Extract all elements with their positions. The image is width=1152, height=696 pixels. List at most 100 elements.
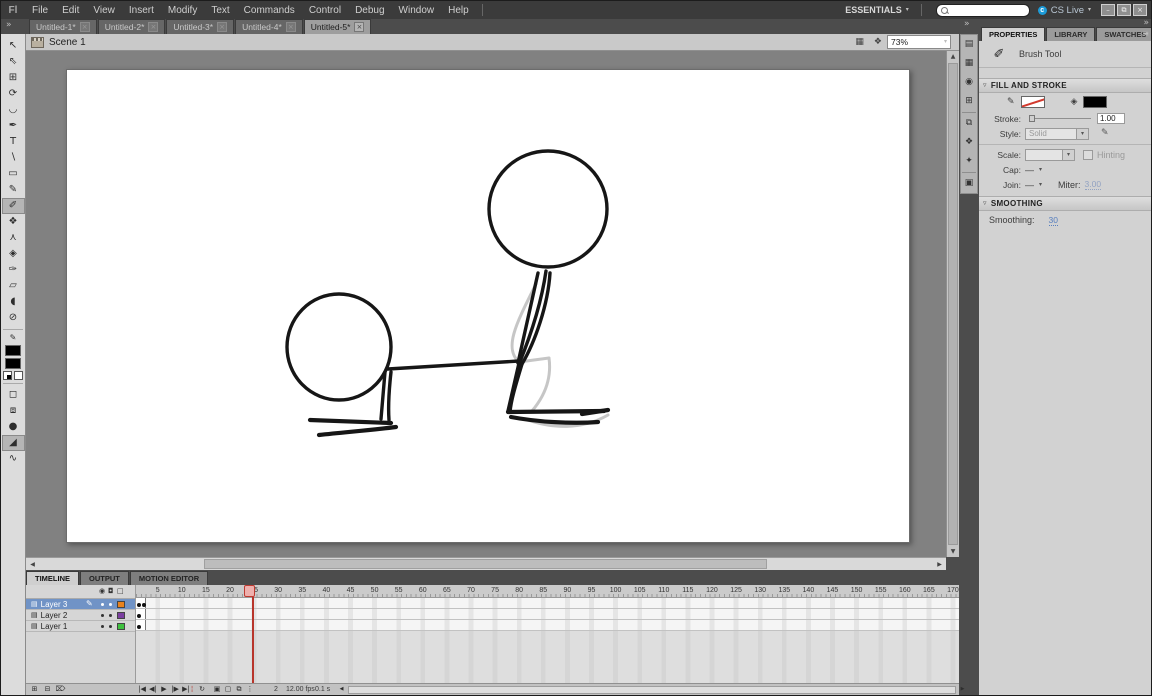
vertical-scrollbar[interactable]: ▲ ▼ (946, 51, 959, 557)
eraser-tool[interactable]: ▱ (2, 278, 25, 294)
delete-layer-button[interactable]: ⌦ (55, 685, 66, 694)
layer-lock-dot[interactable] (109, 603, 112, 606)
onion-skin-button[interactable]: ▢ (223, 685, 233, 694)
frame-span[interactable] (136, 620, 146, 630)
stroke-style-select[interactable]: Solid ▾ (1025, 128, 1089, 140)
tab-motion-editor[interactable]: MOTION EDITOR (130, 571, 208, 585)
selection-tool[interactable]: ↖ (2, 38, 25, 54)
brush-tool[interactable]: ✐ (2, 198, 25, 214)
marker-icon[interactable]: ¦ (189, 685, 195, 694)
menu-commands[interactable]: Commands (237, 1, 302, 19)
horizontal-scrollbar[interactable]: ◀ ▶ (26, 557, 946, 570)
join-value[interactable]: — (1025, 180, 1034, 190)
workspace-switcher-button[interactable]: ESSENTIALS ▾ (839, 5, 915, 15)
dock-code-snippets-panel-icon[interactable]: ⧉ (961, 114, 977, 133)
eyedropper-tool[interactable]: ✑ (2, 262, 25, 278)
text-tool[interactable]: T (2, 134, 25, 150)
close-button[interactable]: × (1133, 4, 1147, 16)
menu-control[interactable]: Control (302, 1, 348, 19)
scroll-left-icon[interactable]: ◀ (27, 559, 38, 570)
stroke-color-chip[interactable] (1021, 96, 1045, 108)
hinting-checkbox[interactable] (1083, 150, 1093, 160)
brush-size-option[interactable]: ● (2, 419, 25, 435)
lock-fill-option[interactable]: ⧈ (2, 403, 25, 419)
frame-span[interactable] (136, 609, 146, 619)
menu-modify[interactable]: Modify (161, 1, 204, 19)
smoothing-value[interactable]: 30 (1049, 215, 1058, 226)
timeline-ruler[interactable]: 5101520253035404550556065707580859095100… (136, 585, 959, 598)
lasso-tool[interactable]: ◡ (2, 102, 25, 118)
document-tab[interactable]: Untitled-5*× (304, 19, 372, 34)
timeline-empty-area[interactable] (136, 631, 959, 683)
play-button[interactable]: ▶ (159, 685, 169, 694)
keyframe-dot[interactable] (137, 614, 141, 618)
smoothing-option[interactable]: ∿ (2, 451, 25, 467)
stage[interactable] (66, 69, 910, 543)
layer-frames-row[interactable] (136, 620, 959, 631)
layer-lock-dot[interactable] (109, 614, 112, 617)
step-back-button[interactable]: ◀| (148, 685, 158, 694)
goto-first-frame-button[interactable]: |◀ (137, 685, 147, 694)
frames-scroll-left-icon[interactable]: ◀ (337, 685, 346, 694)
layer-visibility-dot[interactable] (101, 625, 104, 628)
menu-view[interactable]: View (86, 1, 122, 19)
stroke-color-swatch[interactable] (5, 345, 21, 356)
close-tab-icon[interactable]: × (148, 22, 158, 32)
cs-live-button[interactable]: c CS Live ▾ (1038, 5, 1091, 16)
zoom-level-select[interactable]: 73% ▾ (887, 35, 951, 49)
menu-text[interactable]: Text (204, 1, 236, 19)
edit-scene-button[interactable]: ▦ (855, 38, 864, 47)
keyframe-dot[interactable] (137, 603, 141, 607)
pen-tool[interactable]: ✒ (2, 118, 25, 134)
layer-outline-color-swatch[interactable] (117, 601, 125, 608)
free-transform-tool[interactable]: ⊞ (2, 70, 25, 86)
document-tab[interactable]: Untitled-1*× (29, 19, 97, 34)
tab-library[interactable]: LIBRARY (1046, 27, 1095, 41)
fill-and-stroke-section-header[interactable]: ▿ FILL AND STROKE (979, 78, 1152, 93)
layer-row[interactable]: ▤Layer 3✎ (26, 599, 135, 610)
menu-window[interactable]: Window (392, 1, 442, 19)
tab-timeline[interactable]: TIMELINE (26, 571, 79, 585)
paint-bucket-tool[interactable]: ◈ (2, 246, 25, 262)
menu-debug[interactable]: Debug (348, 1, 391, 19)
pencil-tool[interactable]: ✎ (2, 182, 25, 198)
3d-rotation-tool[interactable]: ⟳ (2, 86, 25, 102)
bone-tool[interactable]: ⋏ (2, 230, 25, 246)
slider-thumb[interactable] (1029, 115, 1035, 122)
vertical-scrollbar-thumb[interactable] (948, 63, 958, 545)
layer-visibility-dot[interactable] (101, 603, 104, 606)
scroll-right-icon[interactable]: ▶ (934, 559, 945, 570)
hand-tool[interactable]: ◖ (2, 294, 25, 310)
menu-edit[interactable]: Edit (55, 1, 86, 19)
document-tab[interactable]: Untitled-3*× (166, 19, 234, 34)
stroke-weight-value[interactable]: 1.00 (1097, 113, 1125, 124)
smoothing-section-header[interactable]: ▿ SMOOTHING (979, 196, 1152, 211)
minimize-button[interactable]: – (1101, 4, 1115, 16)
layer-name[interactable]: Layer 2 (41, 611, 68, 620)
new-layer-button[interactable]: ⊞ (29, 685, 40, 694)
scale-select[interactable]: ▾ (1025, 149, 1075, 161)
outline-all-layers-icon[interactable]: □ (117, 588, 124, 595)
tab-output[interactable]: OUTPUT (80, 571, 129, 585)
show-hide-all-layers-icon[interactable]: ◉ (99, 588, 105, 595)
frames-scrollbar-thumb[interactable] (348, 686, 956, 694)
loop-button[interactable]: ↻ (197, 685, 207, 694)
new-folder-button[interactable]: ⊟ (42, 685, 53, 694)
layer-row[interactable]: ▤Layer 1 (26, 621, 135, 632)
expand-dock-icon[interactable]: » (964, 20, 970, 29)
dock-components-panel-icon[interactable]: ❖ (961, 133, 977, 152)
dock-motion-presets-panel-icon[interactable]: ✦ (961, 152, 977, 171)
subselection-tool[interactable]: ⇖ (2, 54, 25, 70)
horizontal-scrollbar-thumb[interactable] (204, 559, 767, 569)
cap-value[interactable]: — (1025, 165, 1034, 175)
center-frame-button[interactable]: ▣ (212, 685, 222, 694)
edit-multiple-frames-button[interactable]: ⋮ (245, 685, 255, 694)
scroll-up-icon[interactable]: ▲ (947, 51, 959, 62)
frame-span[interactable] (136, 598, 146, 608)
keyframe-dot[interactable] (137, 625, 141, 629)
zoom-tool[interactable]: ⊘ (2, 310, 25, 326)
object-drawing-option[interactable]: ◻ (2, 387, 25, 403)
menu-file[interactable]: File (25, 1, 55, 19)
timeline-frames-area[interactable]: 5101520253035404550556065707580859095100… (136, 585, 959, 683)
edit-stroke-style-icon[interactable]: ✎ (1101, 129, 1109, 138)
